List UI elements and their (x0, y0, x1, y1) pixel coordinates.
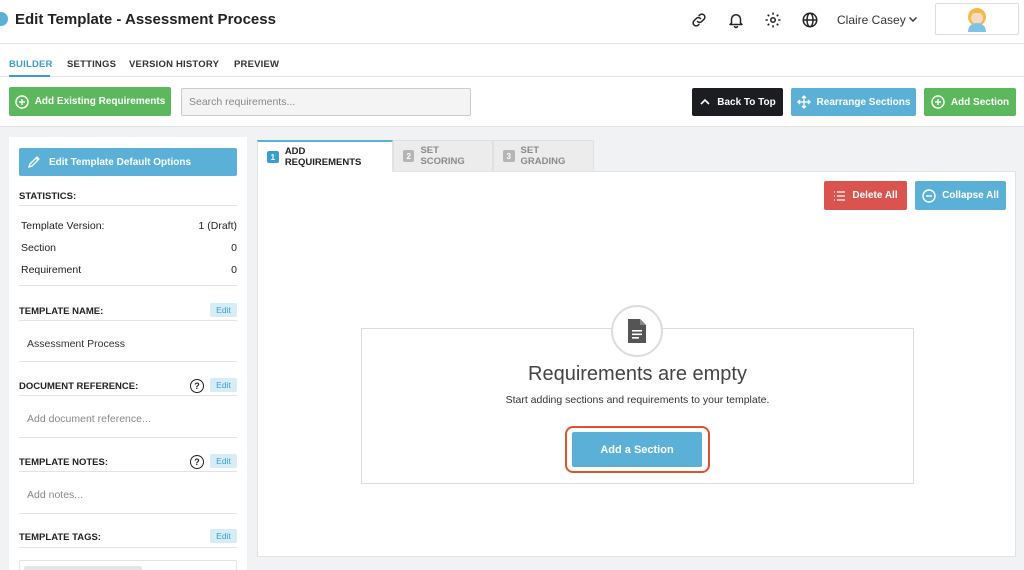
user-menu[interactable]: Claire Casey (837, 13, 906, 27)
tab-builder[interactable]: BUILDER (9, 59, 53, 70)
app-logo[interactable] (0, 12, 8, 26)
move-arrows-icon (796, 95, 811, 109)
document-icon (611, 305, 663, 357)
stat-requirement-value: 0 (231, 264, 237, 276)
edit-template-default-options-label: Edit Template Default Options (49, 156, 192, 168)
bell-icon[interactable] (726, 10, 746, 30)
divider (19, 320, 237, 321)
edit-template-notes-button[interactable]: Edit (210, 454, 237, 468)
statistics-heading: STATISTICS: (19, 191, 77, 202)
divider (19, 285, 237, 286)
delete-all-button[interactable]: Delete All (824, 181, 907, 210)
tab-set-grading[interactable]: 3 SET GRADING (493, 140, 594, 171)
document-reference-heading: DOCUMENT REFERENCE: (19, 381, 139, 392)
search-requirements-input[interactable] (181, 88, 471, 116)
toolbar: Add Existing Requirements Back To Top Re… (0, 77, 1024, 127)
delete-all-label: Delete All (852, 190, 898, 201)
step-number-badge: 3 (503, 150, 515, 162)
help-icon[interactable]: ? (190, 379, 204, 393)
pencil-icon (27, 156, 40, 169)
help-icon[interactable]: ? (190, 455, 204, 469)
divider (19, 361, 237, 362)
back-to-top-label: Back To Top (717, 96, 776, 108)
minus-circle-icon (922, 188, 936, 203)
divider (19, 547, 237, 548)
document-reference-placeholder[interactable]: Add document reference... (27, 413, 151, 425)
divider (19, 437, 237, 438)
tab-label: ADD REQUIREMENTS (284, 146, 362, 168)
add-section-label: Add Section (950, 96, 1010, 108)
divider (19, 205, 237, 206)
template-notes-heading: TEMPLATE NOTES: (19, 457, 109, 468)
rearrange-sections-label: Rearrange Sections (816, 96, 911, 108)
tab-set-scoring[interactable]: 2 SET SCORING (393, 140, 493, 171)
template-sidebar: Edit Template Default Options STATISTICS… (9, 137, 247, 570)
page-title: Edit Template - Assessment Process (15, 11, 276, 28)
avatar[interactable] (935, 3, 1019, 35)
template-tags-field[interactable] (19, 560, 237, 570)
edit-template-default-options-button[interactable]: Edit Template Default Options (19, 148, 237, 176)
rearrange-sections-button[interactable]: Rearrange Sections (791, 88, 916, 116)
top-header: Edit Template - Assessment Process Clair… (0, 0, 1024, 44)
empty-state-title: Requirements are empty (528, 363, 747, 385)
stat-section-label: Section (21, 242, 57, 254)
chevron-up-icon (700, 98, 710, 105)
template-name-heading: TEMPLATE NAME: (19, 306, 104, 317)
edit-template-name-button[interactable]: Edit (210, 303, 237, 317)
edit-template-tags-button[interactable]: Edit (210, 529, 237, 543)
divider (19, 513, 237, 514)
tab-version-history[interactable]: VERSION HISTORY (129, 59, 219, 70)
divider (19, 395, 237, 396)
plus-circle-icon (931, 95, 945, 109)
stat-section-value: 0 (231, 242, 237, 254)
empty-state-subtitle: Start adding sections and requirements t… (505, 394, 770, 406)
stat-template-version-label: Template Version: (21, 220, 105, 232)
link-icon[interactable] (689, 10, 709, 30)
tag-chip (24, 566, 142, 570)
step-number-badge: 2 (403, 150, 415, 162)
gear-icon[interactable] (763, 10, 783, 30)
add-existing-requirements-label: Add Existing Requirements (34, 96, 166, 107)
add-section-button[interactable]: Add Section (924, 88, 1016, 116)
tab-label: SET SCORING (420, 145, 465, 167)
tab-add-requirements[interactable]: 1 ADD REQUIREMENTS (257, 140, 393, 172)
stat-template-version-value: 1 (Draft) (198, 220, 237, 232)
edit-document-reference-button[interactable]: Edit (210, 378, 237, 392)
collapse-all-button[interactable]: Collapse All (915, 181, 1006, 210)
stat-requirement-label: Requirement (21, 264, 82, 276)
list-icon (834, 190, 846, 201)
template-notes-placeholder[interactable]: Add notes... (27, 489, 83, 501)
plus-circle-icon (15, 94, 29, 109)
template-tags-heading: TEMPLATE TAGS: (19, 532, 101, 543)
tab-settings[interactable]: SETTINGS (67, 59, 116, 70)
builder-nav: BUILDER SETTINGS VERSION HISTORY PREVIEW (0, 44, 1024, 77)
add-a-section-button[interactable]: Add a Section (572, 432, 702, 467)
globe-icon[interactable] (800, 10, 820, 30)
tab-preview[interactable]: PREVIEW (234, 59, 279, 70)
step-number-badge: 1 (267, 151, 279, 163)
divider (19, 471, 237, 472)
add-existing-requirements-button[interactable]: Add Existing Requirements (9, 87, 171, 116)
back-to-top-button[interactable]: Back To Top (692, 88, 783, 116)
collapse-all-label: Collapse All (942, 190, 999, 201)
template-name-value[interactable]: Assessment Process (27, 338, 125, 350)
tab-label: SET GRADING (520, 145, 566, 167)
chevron-down-icon[interactable] (908, 14, 918, 27)
